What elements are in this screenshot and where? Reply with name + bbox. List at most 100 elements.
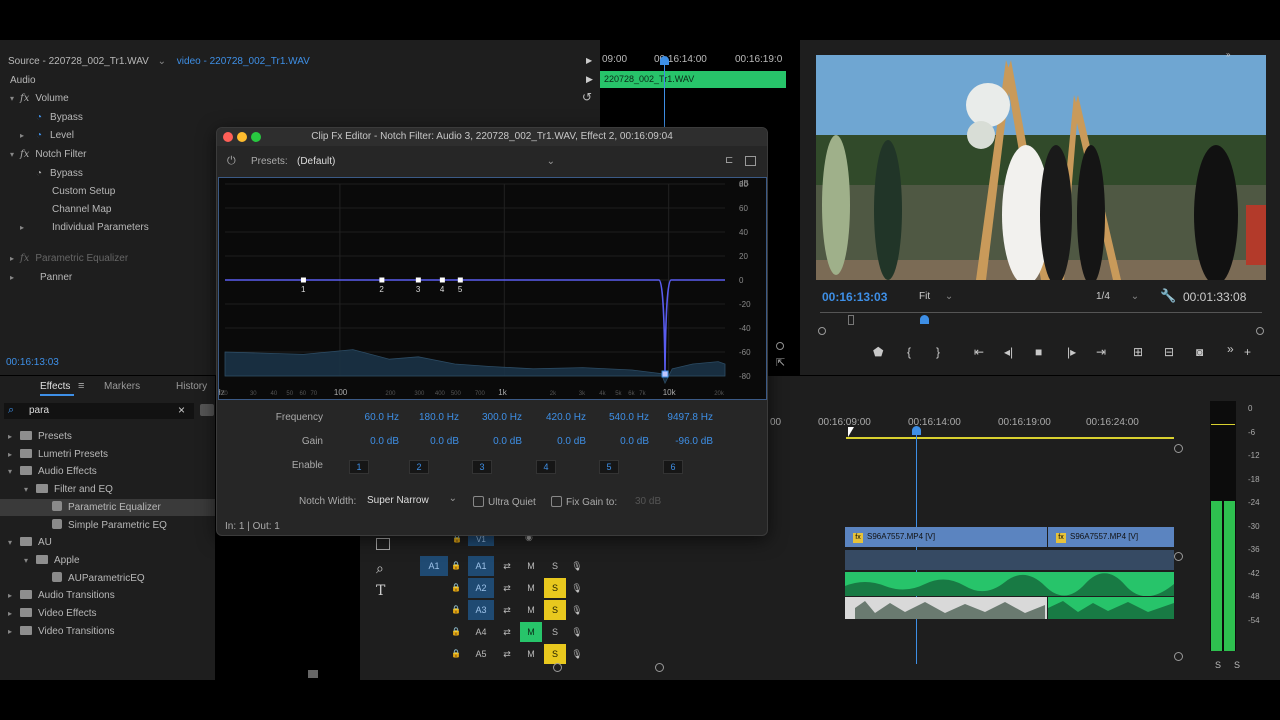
add-marker-icon[interactable]: ⬟ (873, 345, 883, 359)
save-preset-icon[interactable]: ⊏ (725, 155, 733, 166)
enable-band-toggle[interactable]: 3 (472, 460, 492, 474)
frequency-value[interactable]: 9497.8 Hz (653, 412, 713, 423)
fx-icon[interactable]: fx (20, 149, 29, 160)
custom-setup[interactable]: Custom Setup (52, 184, 115, 200)
notch-width-select[interactable]: Super Narrow ⌄ (367, 493, 457, 508)
zoom-handle[interactable] (776, 342, 784, 350)
track-name-a5[interactable]: A5 (468, 644, 494, 664)
timeline-playhead-handle[interactable] (912, 426, 921, 435)
expand-icon[interactable]: ▾ (8, 534, 20, 551)
frequency-value[interactable]: 540.0 Hz (589, 412, 649, 423)
expand-icon[interactable]: ▾ (8, 463, 20, 480)
enable-band-toggle[interactable]: 6 (663, 460, 683, 474)
work-area-bar[interactable] (846, 437, 1174, 439)
video-clip[interactable]: fx S96A7557.MP4 [V] (1048, 527, 1174, 547)
zoom-handle-right[interactable] (1256, 327, 1264, 335)
stopwatch-icon[interactable]: ◔ (36, 112, 42, 123)
eq-band-handle[interactable] (300, 277, 306, 283)
track-name-a3[interactable]: A3 (468, 600, 494, 620)
chevron-down-icon[interactable]: ⌄ (158, 56, 166, 67)
effects-tree-item[interactable]: ▸ Lumetri Presets (0, 446, 215, 463)
solo-left-button[interactable]: S (1215, 660, 1221, 670)
eq-band-handle[interactable] (439, 277, 445, 283)
stop-icon[interactable]: ■ (1035, 345, 1042, 359)
minimize-window-button[interactable] (237, 132, 247, 142)
zoom-handle[interactable] (1174, 444, 1183, 453)
effects-tree-item[interactable]: ▾ Apple (0, 552, 215, 569)
frequency-value[interactable]: 180.0 Hz (399, 412, 459, 423)
tab-history[interactable]: History (176, 381, 207, 392)
fx-icon[interactable]: fx (20, 93, 29, 104)
camera-icon[interactable]: ◙ (1196, 345, 1203, 359)
export-frame-icon[interactable]: ⇱ (776, 356, 785, 369)
microphone-icon[interactable]: 🎙 (568, 578, 586, 598)
microphone-icon[interactable]: 🎙 (568, 622, 586, 642)
expand-icon[interactable]: ▾ (24, 481, 36, 498)
lock-icon[interactable]: 🔒 (448, 578, 464, 598)
expand-icon[interactable]: ▸ (8, 623, 20, 640)
effects-tree-item[interactable]: ▸ Presets (0, 428, 215, 445)
volume-level[interactable]: ▸ ◔ Level (20, 128, 74, 144)
stopwatch-icon[interactable]: ◔ (36, 168, 42, 179)
sync-icon[interactable]: ⇄ (498, 556, 516, 576)
delete-preset-icon[interactable] (745, 156, 756, 166)
go-to-out-icon[interactable]: ⇥ (1096, 345, 1106, 359)
audio-clip-a2[interactable] (845, 572, 1174, 596)
enable-band-toggle[interactable]: 1 (349, 460, 369, 474)
expand-icon[interactable]: ▸ (8, 587, 20, 604)
effects-search-input[interactable]: ⌕ para × (4, 403, 194, 419)
expand-icon[interactable]: ▾ (10, 91, 20, 107)
sync-icon[interactable]: ⇄ (498, 622, 516, 642)
sync-icon[interactable]: ⇄ (498, 578, 516, 598)
lock-icon[interactable]: 🔒 (448, 556, 464, 576)
program-scrubber[interactable] (820, 312, 1262, 313)
gain-value[interactable]: 0.0 dB (462, 436, 522, 447)
volume-effect[interactable]: ▾ fx Volume (10, 91, 69, 107)
clear-search-icon[interactable]: × (178, 403, 185, 417)
step-back-icon[interactable]: ◂| (1004, 345, 1013, 359)
eq-band-handle[interactable] (661, 370, 669, 378)
lift-icon[interactable]: ⊞ (1133, 345, 1143, 359)
expand-icon[interactable]: ▸ (8, 605, 20, 622)
track-name-a2[interactable]: A2 (468, 578, 494, 598)
close-window-button[interactable] (223, 132, 233, 142)
wrench-icon[interactable]: 🔧 (1160, 288, 1176, 304)
program-playhead[interactable] (920, 315, 929, 324)
source-tab[interactable]: Source - 220728_002_Tr1.WAV ⌄ video - 22… (8, 54, 310, 70)
effects-tree-item[interactable]: ▸ Video Transitions (0, 623, 215, 640)
resolution-select[interactable]: 1/4 ⌄ (1096, 291, 1139, 302)
effects-tree-item[interactable]: ▾ AU (0, 534, 215, 551)
tab-effects[interactable]: Effects (40, 381, 70, 392)
frequency-value[interactable]: 60.0 Hz (339, 412, 399, 423)
reset-icon[interactable]: ↺ (582, 90, 592, 104)
panner-effect[interactable]: ▸ Panner (10, 270, 72, 286)
mini-arrow-icon[interactable]: ▶ (586, 74, 593, 85)
lock-icon[interactable]: 🔒 (448, 622, 464, 642)
folder-icon[interactable] (308, 670, 318, 678)
track-zoom-handle[interactable] (1174, 652, 1183, 661)
microphone-icon[interactable]: 🎙 (568, 556, 586, 576)
effects-tree-item[interactable]: Parametric Equalizer (0, 498, 215, 516)
mute-button[interactable]: M (520, 622, 542, 642)
video-source-link[interactable]: video - 220728_002_Tr1.WAV (177, 56, 310, 67)
track-name-a1[interactable]: A1 (468, 556, 494, 576)
play-icon[interactable]: ▶ (586, 56, 592, 65)
effects-tree-item[interactable]: AUParametricEQ (0, 570, 215, 587)
frequency-value[interactable]: 420.0 Hz (526, 412, 586, 423)
fix-gain-checkbox[interactable]: Fix Gain to: (551, 496, 617, 508)
in-point-handle[interactable] (848, 315, 854, 325)
scroll-handle-right[interactable] (655, 663, 664, 672)
mute-button[interactable]: M (520, 600, 542, 620)
notch-filter-effect[interactable]: ▾ fx Notch Filter (10, 147, 86, 163)
parametric-eq-effect[interactable]: ▸ fx Parametric Equalizer (10, 251, 128, 267)
sync-icon[interactable]: ⇄ (498, 644, 516, 664)
eq-band-handle[interactable] (457, 277, 463, 283)
effects-tree-item[interactable]: ▸ Audio Transitions (0, 587, 215, 604)
expand-icon[interactable]: ▸ (20, 128, 30, 144)
effect-controls-timecode[interactable]: 00:16:13:03 (6, 355, 59, 371)
expand-icon[interactable]: ▸ (20, 220, 30, 236)
track-name-a4[interactable]: A4 (468, 622, 494, 642)
expand-icon[interactable]: ▾ (10, 147, 20, 163)
extract-icon[interactable]: ⊟ (1164, 345, 1174, 359)
mini-audio-clip[interactable]: 220728_002_Tr1.WAV (600, 71, 786, 88)
